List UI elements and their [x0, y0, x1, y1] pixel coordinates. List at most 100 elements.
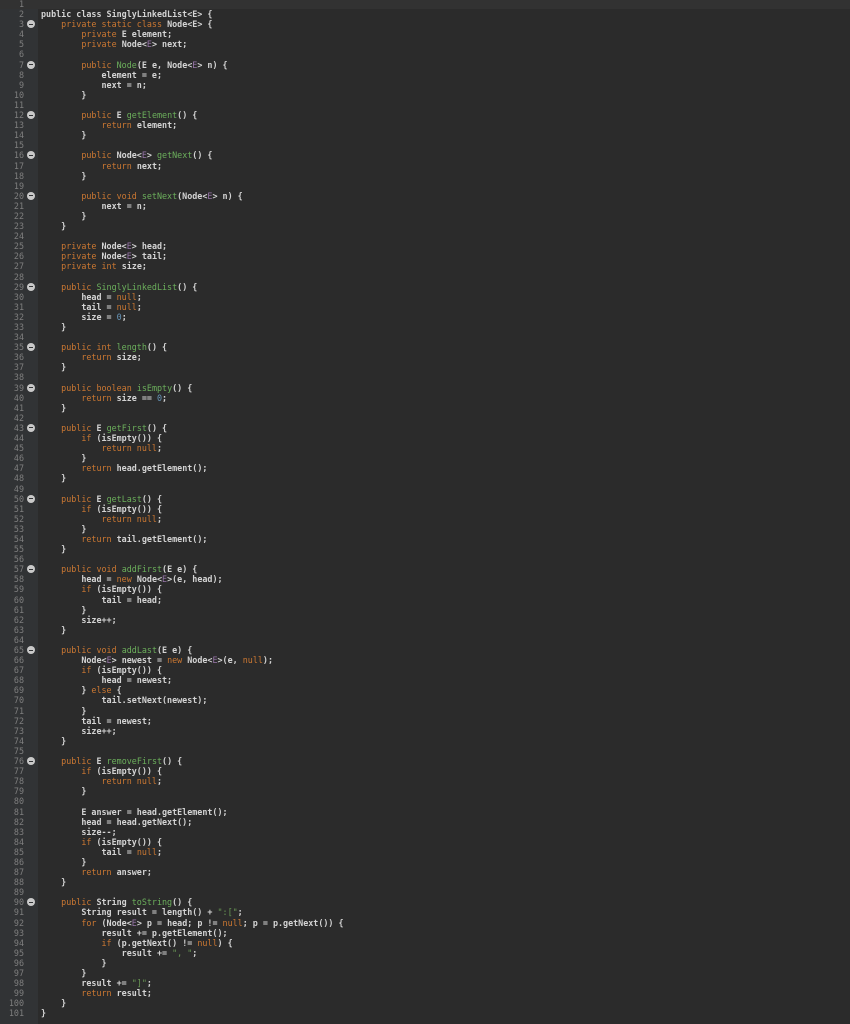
- code-area[interactable]: 1 2 public class SinglyLinkedList<E> {3 pr…: [0, 0, 850, 1018]
- code-line[interactable]: 69 } else {: [0, 685, 850, 695]
- code-line[interactable]: 13 return element;: [0, 120, 850, 130]
- code-line[interactable]: 81 E answer = head.getElement();: [0, 807, 850, 817]
- code-line[interactable]: 76 public E removeFirst() {: [0, 756, 850, 766]
- code-line[interactable]: 85 tail = null;: [0, 847, 850, 857]
- fold-collapse-icon[interactable]: [27, 898, 35, 907]
- code-line[interactable]: 30 head = null;: [0, 292, 850, 302]
- code-line[interactable]: 27 private int size;: [0, 261, 850, 271]
- fold-collapse-icon[interactable]: [27, 343, 35, 352]
- code-line[interactable]: 50 public E getLast() {: [0, 494, 850, 504]
- code-line[interactable]: 31 tail = null;: [0, 302, 850, 312]
- code-line[interactable]: 84 if (isEmpty()) {: [0, 837, 850, 847]
- code-line[interactable]: 90 public String toString() {: [0, 897, 850, 907]
- code-line[interactable]: 51 if (isEmpty()) {: [0, 504, 850, 514]
- code-line[interactable]: 67 if (isEmpty()) {: [0, 665, 850, 675]
- code-line[interactable]: 7 public Node(E e, Node<E> n) {: [0, 60, 850, 70]
- code-line[interactable]: 47 return head.getElement();: [0, 463, 850, 473]
- code-line[interactable]: 83 size--;: [0, 827, 850, 837]
- code-line[interactable]: 11: [0, 100, 850, 110]
- code-line[interactable]: 64: [0, 635, 850, 645]
- code-line[interactable]: 10 }: [0, 90, 850, 100]
- code-line[interactable]: 4 private E element;: [0, 29, 850, 39]
- code-line[interactable]: 3 private static class Node<E> {: [0, 19, 850, 29]
- code-line[interactable]: 96 }: [0, 958, 850, 968]
- code-line[interactable]: 17 return next;: [0, 161, 850, 171]
- code-line[interactable]: 89: [0, 887, 850, 897]
- code-line[interactable]: 68 head = newest;: [0, 675, 850, 685]
- fold-collapse-icon[interactable]: [27, 111, 35, 120]
- code-line[interactable]: 22 }: [0, 211, 850, 221]
- code-line[interactable]: 45 return null;: [0, 443, 850, 453]
- code-line[interactable]: 34: [0, 332, 850, 342]
- code-line[interactable]: 92 for (Node<E> p = head; p != null; p =…: [0, 918, 850, 928]
- code-line[interactable]: 14 }: [0, 130, 850, 140]
- code-line[interactable]: 1: [0, 0, 850, 10]
- code-line[interactable]: 80: [0, 796, 850, 806]
- code-line[interactable]: 82 head = head.getNext();: [0, 817, 850, 827]
- code-line[interactable]: 95 result += ", ";: [0, 948, 850, 958]
- fold-collapse-icon[interactable]: [27, 565, 35, 574]
- code-line[interactable]: 21 next = n;: [0, 201, 850, 211]
- code-line[interactable]: 100 }: [0, 998, 850, 1008]
- code-line[interactable]: 60 tail = head;: [0, 595, 850, 605]
- code-line[interactable]: 42: [0, 413, 850, 423]
- code-line[interactable]: 40 return size == 0;: [0, 393, 850, 403]
- fold-collapse-icon[interactable]: [27, 646, 35, 654]
- code-line[interactable]: 18 }: [0, 171, 850, 181]
- code-line[interactable]: 5 private Node<E> next;: [0, 39, 850, 49]
- code-line[interactable]: 26 private Node<E> tail;: [0, 251, 850, 261]
- code-line[interactable]: 37 }: [0, 362, 850, 372]
- code-line[interactable]: 49: [0, 484, 850, 494]
- code-line[interactable]: 99 return result;: [0, 988, 850, 998]
- code-line[interactable]: 74 }: [0, 736, 850, 746]
- code-line[interactable]: 57 public void addFirst(E e) {: [0, 564, 850, 574]
- code-line[interactable]: 29 public SinglyLinkedList() {: [0, 282, 850, 292]
- code-line[interactable]: 93 result += p.getElement();: [0, 928, 850, 938]
- code-line[interactable]: 88 }: [0, 877, 850, 887]
- code-line[interactable]: 78 return null;: [0, 776, 850, 786]
- fold-collapse-icon[interactable]: [27, 20, 35, 29]
- code-line[interactable]: 101}: [0, 1008, 850, 1018]
- code-line[interactable]: 73 size++;: [0, 726, 850, 736]
- code-line[interactable]: 86 }: [0, 857, 850, 867]
- code-line[interactable]: 8 element = e;: [0, 70, 850, 80]
- code-line[interactable]: 38: [0, 372, 850, 382]
- code-line[interactable]: 39 public boolean isEmpty() {: [0, 383, 850, 393]
- fold-collapse-icon[interactable]: [27, 494, 35, 503]
- code-line[interactable]: 72 tail = newest;: [0, 716, 850, 726]
- code-line[interactable]: 53 }: [0, 524, 850, 534]
- code-line[interactable]: 35 public int length() {: [0, 342, 850, 352]
- code-line[interactable]: 41 }: [0, 403, 850, 413]
- fold-collapse-icon[interactable]: [27, 282, 35, 291]
- fold-collapse-icon[interactable]: [27, 757, 35, 766]
- fold-collapse-icon[interactable]: [27, 151, 35, 160]
- code-line[interactable]: 77 if (isEmpty()) {: [0, 766, 850, 776]
- code-line[interactable]: 2 public class SinglyLinkedList<E> {: [0, 9, 850, 19]
- code-line[interactable]: 61 }: [0, 605, 850, 615]
- code-line[interactable]: 9 next = n;: [0, 80, 850, 90]
- code-line[interactable]: 58 head = new Node<E>(e, head);: [0, 574, 850, 584]
- code-line[interactable]: 52 return null;: [0, 514, 850, 524]
- code-line[interactable]: 98 result += "]";: [0, 978, 850, 988]
- code-line[interactable]: 62 size++;: [0, 615, 850, 625]
- fold-collapse-icon[interactable]: [27, 60, 35, 69]
- code-line[interactable]: 25 private Node<E> head;: [0, 241, 850, 251]
- fold-collapse-icon[interactable]: [27, 383, 35, 392]
- code-line[interactable]: 15: [0, 140, 850, 150]
- code-line[interactable]: 71 }: [0, 706, 850, 716]
- code-line[interactable]: 54 return tail.getElement();: [0, 534, 850, 544]
- code-line[interactable]: 20 public void setNext(Node<E> n) {: [0, 191, 850, 201]
- code-line[interactable]: 97 }: [0, 968, 850, 978]
- code-line[interactable]: 79 }: [0, 786, 850, 796]
- code-line[interactable]: 16 public Node<E> getNext() {: [0, 150, 850, 160]
- code-line[interactable]: 63 }: [0, 625, 850, 635]
- code-line[interactable]: 23 }: [0, 221, 850, 231]
- fold-collapse-icon[interactable]: [27, 191, 35, 200]
- code-line[interactable]: 24: [0, 231, 850, 241]
- code-line[interactable]: 12 public E getElement() {: [0, 110, 850, 120]
- code-line[interactable]: 66 Node<E> newest = new Node<E>(e, null)…: [0, 655, 850, 665]
- code-line[interactable]: 46 }: [0, 453, 850, 463]
- code-line[interactable]: 32 size = 0;: [0, 312, 850, 322]
- code-line[interactable]: 55 }: [0, 544, 850, 554]
- code-line[interactable]: 94 if (p.getNext() != null) {: [0, 938, 850, 948]
